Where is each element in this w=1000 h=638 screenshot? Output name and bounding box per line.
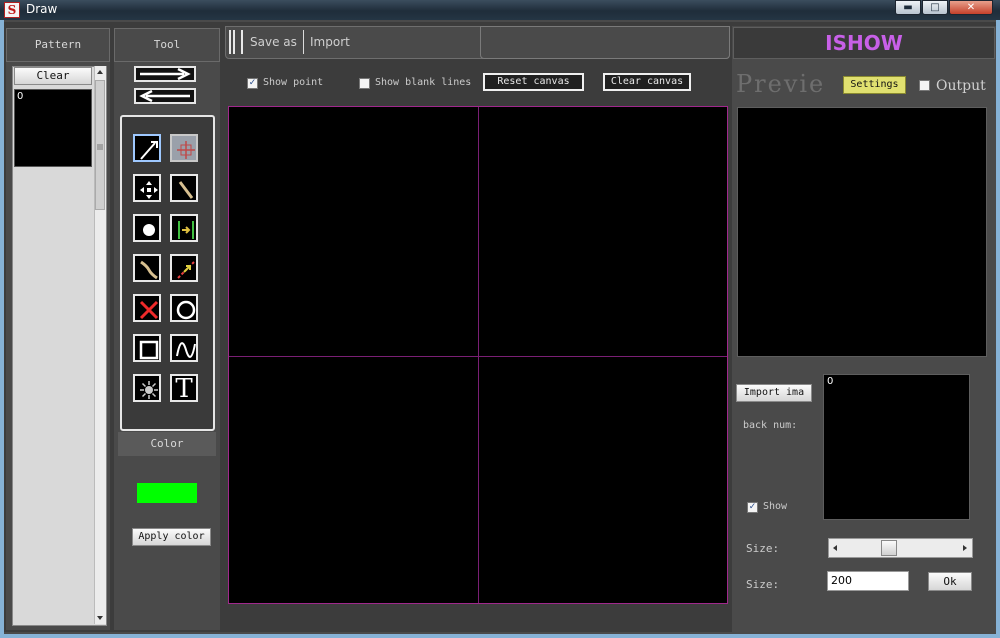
ok-button[interactable]: Ok	[928, 572, 972, 591]
minimize-button[interactable]: ▬	[895, 0, 921, 15]
select-crosshair-icon	[177, 141, 195, 159]
curve-icon	[140, 260, 158, 280]
pattern-thumbnail[interactable]: 0	[14, 89, 92, 167]
size-slider-label: Size:	[746, 542, 780, 555]
move-icon	[140, 181, 158, 199]
check-icon: ✓	[248, 78, 257, 88]
arrow-right-icon	[140, 68, 191, 80]
size-input[interactable]: 200	[827, 571, 909, 591]
tool-delete[interactable]	[133, 294, 161, 322]
save-as-button[interactable]: Save as	[250, 35, 297, 49]
pen-icon	[140, 141, 158, 160]
settings-button[interactable]: Settings	[843, 76, 906, 94]
toolbar-grip-2	[233, 30, 235, 54]
check-icon: ✓	[748, 502, 757, 512]
close-button[interactable]: ✕	[949, 0, 993, 15]
imported-image-index: 0	[827, 376, 834, 387]
tool-circle[interactable]	[170, 294, 198, 322]
tool-align[interactable]	[170, 214, 198, 242]
tool-curve[interactable]	[133, 254, 161, 282]
import-image-button[interactable]: Import ima	[736, 384, 812, 402]
color-header: Color	[118, 432, 216, 456]
clear-canvas-button[interactable]: Clear canvas	[603, 73, 691, 91]
canvas-vertical-axis	[478, 107, 479, 603]
size-slider[interactable]	[828, 538, 973, 558]
show-point-checkbox[interactable]: ✓	[247, 78, 258, 89]
apply-color-button[interactable]: Apply color	[132, 528, 211, 546]
arrow-left-icon	[139, 90, 190, 102]
toolbar-separator-left	[241, 30, 243, 54]
app-icon: S	[4, 2, 20, 18]
tool-pen[interactable]	[133, 134, 161, 162]
toolbar-grip[interactable]	[229, 30, 231, 54]
tool-burst[interactable]	[133, 374, 161, 402]
tool-select[interactable]	[170, 134, 198, 162]
show-blank-lines-label: Show blank lines	[375, 77, 472, 88]
scroll-grip-icon	[97, 144, 103, 150]
show-blank-lines-checkbox[interactable]	[359, 78, 370, 89]
preview-label: Previe	[736, 70, 826, 98]
size-input-label: Size:	[746, 578, 780, 591]
wave-icon	[176, 342, 196, 358]
tool-wave[interactable]	[170, 334, 198, 362]
slider-right-icon[interactable]	[961, 544, 969, 552]
rectangle-icon	[139, 340, 159, 360]
tool-move[interactable]	[133, 174, 161, 202]
tool-laser-line[interactable]	[170, 254, 198, 282]
import-button[interactable]: Import	[310, 35, 350, 49]
color-swatch[interactable]	[137, 483, 197, 503]
next-frame-button[interactable]	[134, 66, 196, 82]
canvas-horizontal-axis	[229, 356, 727, 357]
preview-display	[737, 107, 987, 357]
toolbar-separator	[303, 30, 304, 54]
toolbar-right-area	[480, 26, 730, 59]
tool-rectangle[interactable]	[133, 334, 161, 362]
show-point-label: Show point	[263, 77, 324, 88]
output-checkbox[interactable]	[919, 80, 930, 91]
slider-left-icon[interactable]	[831, 544, 839, 552]
circle-icon	[176, 300, 196, 320]
dot-icon	[143, 224, 155, 236]
size-slider-thumb[interactable]	[881, 540, 897, 556]
burst-icon	[140, 381, 158, 399]
pattern-header: Pattern	[6, 28, 110, 62]
tool-dot[interactable]	[133, 214, 161, 242]
scroll-down-icon[interactable]	[96, 614, 104, 622]
line-icon	[178, 181, 194, 199]
back-num-label: back num:	[743, 420, 798, 431]
pattern-thumbnail-index: 0	[17, 91, 24, 102]
show-checkbox[interactable]: ✓	[747, 502, 758, 513]
text-icon: T	[175, 374, 193, 404]
prev-frame-button[interactable]	[134, 88, 196, 104]
clear-pattern-button[interactable]: Clear	[14, 67, 92, 85]
title-bar	[0, 0, 1000, 20]
delete-icon	[139, 300, 159, 320]
imported-image-list[interactable]: 0	[823, 374, 970, 520]
align-icon	[178, 221, 194, 239]
show-label: Show	[763, 501, 788, 512]
reset-canvas-button[interactable]: Reset canvas	[483, 73, 584, 91]
tool-header: Tool	[114, 28, 220, 62]
tool-line[interactable]	[170, 174, 198, 202]
brand-logo: ISHOW	[733, 27, 995, 59]
window-title: Draw	[26, 2, 58, 16]
maximize-button[interactable]: □	[922, 0, 948, 15]
tool-text[interactable]: T	[170, 374, 198, 402]
output-label: Output	[936, 78, 986, 94]
laser-line-icon	[177, 261, 195, 279]
scroll-up-icon[interactable]	[96, 68, 104, 76]
